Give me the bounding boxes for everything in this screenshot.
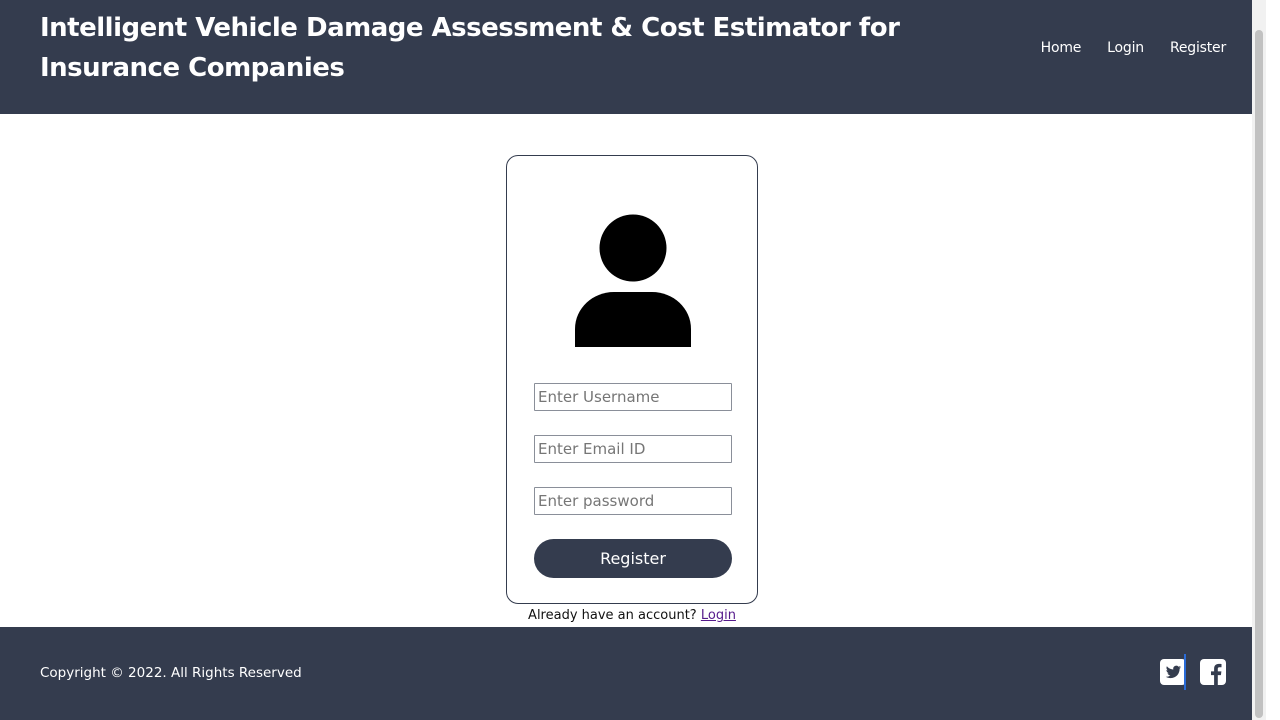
main-nav: Home Login Register bbox=[1041, 38, 1227, 58]
register-card: Register bbox=[506, 155, 758, 604]
social-divider bbox=[1184, 654, 1186, 690]
nav-register-link[interactable]: Register bbox=[1170, 38, 1226, 58]
nav-login-link[interactable]: Login bbox=[1107, 38, 1144, 58]
twitter-link[interactable] bbox=[1160, 654, 1186, 690]
login-prompt-text: Already have an account? bbox=[528, 608, 697, 623]
page: Intelligent Vehicle Damage Assessment & … bbox=[0, 0, 1266, 720]
site-header: Intelligent Vehicle Damage Assessment & … bbox=[0, 0, 1266, 114]
username-input[interactable] bbox=[534, 383, 732, 411]
social-links bbox=[1160, 654, 1226, 690]
scrollbar-thumb[interactable] bbox=[1255, 30, 1263, 718]
copyright-text: Copyright © 2022. All Rights Reserved bbox=[40, 665, 302, 681]
login-prompt: Already have an account? Login bbox=[506, 607, 758, 625]
nav-home-link[interactable]: Home bbox=[1041, 38, 1082, 58]
login-link[interactable]: Login bbox=[701, 608, 736, 623]
facebook-icon[interactable] bbox=[1200, 659, 1226, 685]
register-button[interactable]: Register bbox=[534, 539, 732, 578]
user-icon bbox=[575, 214, 691, 347]
twitter-icon[interactable] bbox=[1160, 659, 1186, 685]
email-input[interactable] bbox=[534, 435, 732, 463]
page-scrollbar[interactable] bbox=[1252, 0, 1266, 720]
site-footer: Copyright © 2022. All Rights Reserved bbox=[0, 627, 1266, 720]
site-title: Intelligent Vehicle Damage Assessment & … bbox=[40, 13, 900, 83]
password-input[interactable] bbox=[534, 487, 732, 515]
